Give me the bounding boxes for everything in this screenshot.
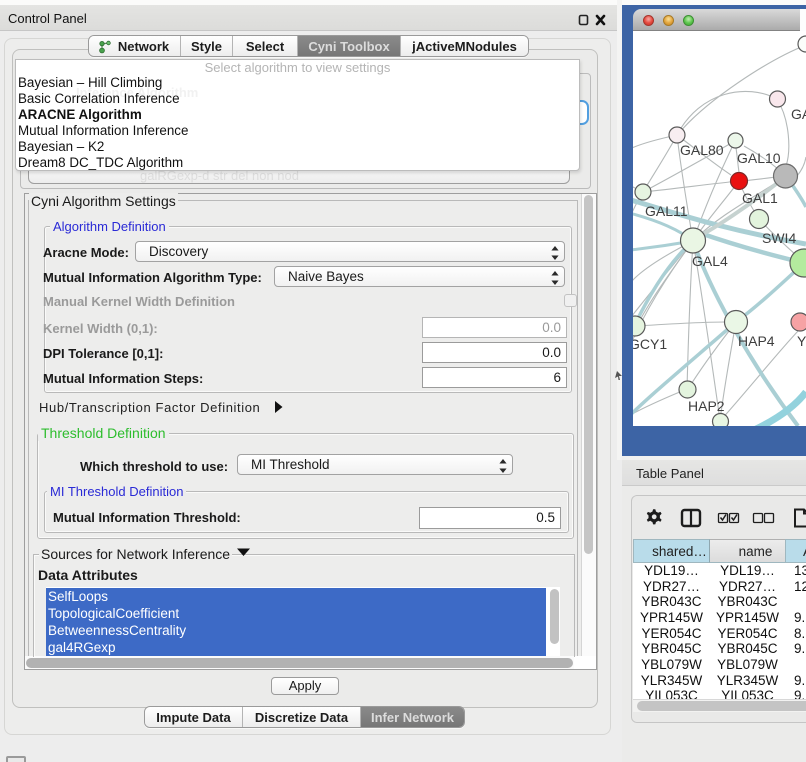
svg-text:HAP2: HAP2 bbox=[688, 398, 725, 414]
svg-text:Y: Y bbox=[797, 333, 806, 349]
svg-text:GAL4: GAL4 bbox=[692, 253, 728, 269]
svg-text:GCY1: GCY1 bbox=[633, 336, 667, 352]
svg-text:SWI4: SWI4 bbox=[762, 230, 796, 246]
svg-text:GAL11: GAL11 bbox=[645, 203, 688, 219]
svg-text:GAL2: GAL2 bbox=[791, 106, 806, 122]
svg-text:GAL80: GAL80 bbox=[680, 142, 724, 158]
svg-text:GAL1: GAL1 bbox=[742, 190, 778, 206]
svg-text:GAL10: GAL10 bbox=[737, 150, 781, 166]
svg-text:HAP4: HAP4 bbox=[738, 333, 775, 349]
